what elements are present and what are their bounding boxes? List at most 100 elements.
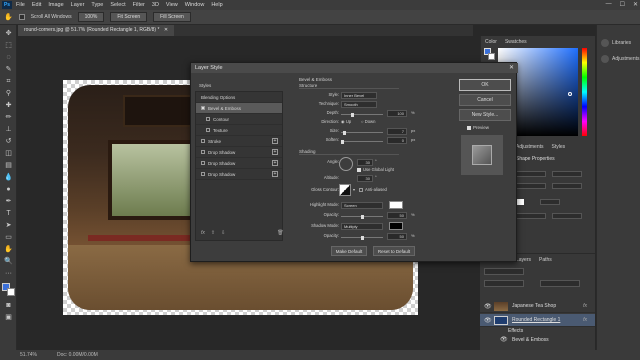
hand-icon[interactable]: ✋ [3, 245, 14, 254]
global-light-checkbox[interactable] [357, 168, 361, 172]
soften-slider[interactable] [341, 141, 383, 142]
menu-3d[interactable]: 3D [152, 2, 159, 8]
depth-slider-knob[interactable] [351, 113, 354, 117]
gloss-contour-picker[interactable] [339, 184, 351, 196]
clone-stamp-tool-icon[interactable]: ⊥ [3, 125, 14, 134]
blur-tool-icon[interactable]: 💧 [3, 173, 14, 182]
shape-tool-icon[interactable]: ▭ [3, 233, 14, 242]
layer-name[interactable]: Rounded Rectangle 1 [512, 317, 560, 323]
checkbox[interactable] [201, 172, 205, 176]
style-item-bevel-emboss[interactable]: Bevel & Emboss [196, 103, 282, 114]
dialog-close-icon[interactable]: ✕ [509, 63, 514, 73]
add-icon[interactable]: + [272, 149, 278, 155]
hue-slider[interactable] [582, 48, 587, 136]
style-item-drop-shadow[interactable]: Drop Shadow + [196, 169, 282, 180]
lasso-tool-icon[interactable]: ◌ [3, 53, 14, 62]
soften-input[interactable]: 0 [387, 137, 407, 144]
visibility-eye-icon[interactable]: 👁 [500, 336, 508, 343]
fx-icon[interactable]: fx [583, 317, 587, 323]
bevel-style-dropdown[interactable]: Inner Bevel [341, 92, 377, 99]
layer-row[interactable]: 👁 Japanese Tea Shop fx [480, 300, 595, 313]
adjustments-item[interactable]: Adjustments [601, 55, 640, 63]
scroll-all-checkbox[interactable] [18, 14, 25, 20]
width-field[interactable] [516, 171, 546, 177]
menu-file[interactable]: File [16, 2, 25, 8]
x-field[interactable] [516, 183, 546, 189]
add-icon[interactable]: + [272, 171, 278, 177]
preview-row[interactable]: Preview [467, 125, 489, 130]
path-select-tool-icon[interactable]: ➤ [3, 221, 14, 230]
zoom-level[interactable]: 51.74% [20, 352, 37, 358]
zoom-100-button[interactable]: 100% [77, 12, 105, 22]
shadow-mode-dropdown[interactable]: Multiply [341, 223, 383, 230]
pen-tool-icon[interactable]: ✒ [3, 197, 14, 206]
new-style-button[interactable]: New Style... [459, 109, 511, 121]
size-input[interactable]: 7 [387, 128, 407, 135]
menu-layer[interactable]: Layer [71, 2, 85, 8]
chevron-down-icon[interactable]: ▾ [353, 187, 355, 192]
checkbox[interactable] [206, 117, 210, 121]
menu-help[interactable]: Help [211, 2, 222, 8]
add-icon[interactable]: + [272, 138, 278, 144]
menu-filter[interactable]: Filter [133, 2, 145, 8]
move-tool-icon[interactable]: ✥ [3, 29, 14, 38]
reset-default-button[interactable]: Reset to Default [373, 246, 415, 256]
type-tool-icon[interactable]: T [3, 209, 14, 218]
document-tab[interactable]: round-corners.jpg @ 51.7% (Rounded Recta… [18, 25, 175, 36]
menu-view[interactable]: View [166, 2, 178, 8]
crop-tool-icon[interactable]: ⌗ [3, 77, 14, 86]
dodge-tool-icon[interactable]: ● [3, 185, 14, 194]
healing-tool-icon[interactable]: ✚ [3, 101, 14, 110]
altitude-input[interactable]: 30 [357, 175, 373, 182]
soften-slider-knob[interactable] [341, 140, 344, 144]
checkbox[interactable] [201, 150, 205, 154]
tab-adjustments[interactable]: Adjustments [516, 144, 544, 150]
tab-paths[interactable]: Paths [539, 257, 552, 263]
layer-filter-dropdown[interactable] [484, 268, 524, 275]
checkbox[interactable] [201, 161, 205, 165]
maximize-icon[interactable]: ☐ [620, 1, 625, 8]
screen-mode-icon[interactable]: ▣ [3, 313, 14, 322]
blend-mode-dropdown[interactable] [484, 280, 524, 287]
tab-layers[interactable]: Layers [516, 257, 531, 263]
dialog-title-bar[interactable]: Layer Style ✕ [191, 63, 518, 73]
shadow-opacity-knob[interactable] [361, 236, 364, 240]
corner-radius-field[interactable] [516, 213, 546, 219]
background-color-swatch[interactable] [7, 288, 15, 296]
fill-swatch[interactable] [516, 199, 524, 205]
angle-input[interactable]: 30 [357, 159, 373, 166]
highlight-opacity-input[interactable]: 50 [387, 212, 407, 219]
eraser-tool-icon[interactable]: ◫ [3, 149, 14, 158]
visibility-eye-icon[interactable]: 👁 [484, 303, 492, 310]
quick-select-tool-icon[interactable]: ✎ [3, 65, 14, 74]
direction-down-radio[interactable]: ○ Down [361, 119, 375, 124]
ok-button[interactable]: OK [459, 79, 511, 91]
quick-mask-icon[interactable]: ◙ [3, 301, 14, 310]
menu-edit[interactable]: Edit [32, 2, 41, 8]
tab-color[interactable]: Color [485, 39, 497, 45]
fill-screen-button[interactable]: Fill Screen [153, 12, 191, 22]
make-default-button[interactable]: Make Default [331, 246, 367, 256]
checkbox[interactable] [201, 106, 205, 110]
fx-icon[interactable]: fx [583, 303, 587, 309]
y-field[interactable] [552, 183, 582, 189]
fit-screen-button[interactable]: Fit Screen [110, 12, 148, 22]
style-item-drop-shadow[interactable]: Drop Shadow + [196, 147, 282, 158]
minimize-icon[interactable]: — [606, 1, 612, 8]
style-item-contour[interactable]: Contour [196, 114, 282, 125]
size-slider[interactable] [341, 132, 383, 133]
background-color-chip[interactable] [488, 53, 495, 60]
highlight-opacity-knob[interactable] [361, 215, 364, 219]
menu-image[interactable]: Image [48, 2, 63, 8]
style-item-blending-options[interactable]: Blending Options [196, 92, 282, 103]
menu-type[interactable]: Type [91, 2, 103, 8]
checkbox[interactable] [201, 139, 205, 143]
style-item-stroke[interactable]: Stroke + [196, 136, 282, 147]
opacity-field[interactable] [540, 280, 580, 287]
shadow-color-swatch[interactable] [389, 222, 403, 230]
layer-effects-row[interactable]: Effects [480, 327, 595, 335]
history-brush-tool-icon[interactable]: ↺ [3, 137, 14, 146]
highlight-color-swatch[interactable] [389, 201, 403, 209]
corner-radius-field-2[interactable] [552, 213, 582, 219]
height-field[interactable] [552, 171, 582, 177]
